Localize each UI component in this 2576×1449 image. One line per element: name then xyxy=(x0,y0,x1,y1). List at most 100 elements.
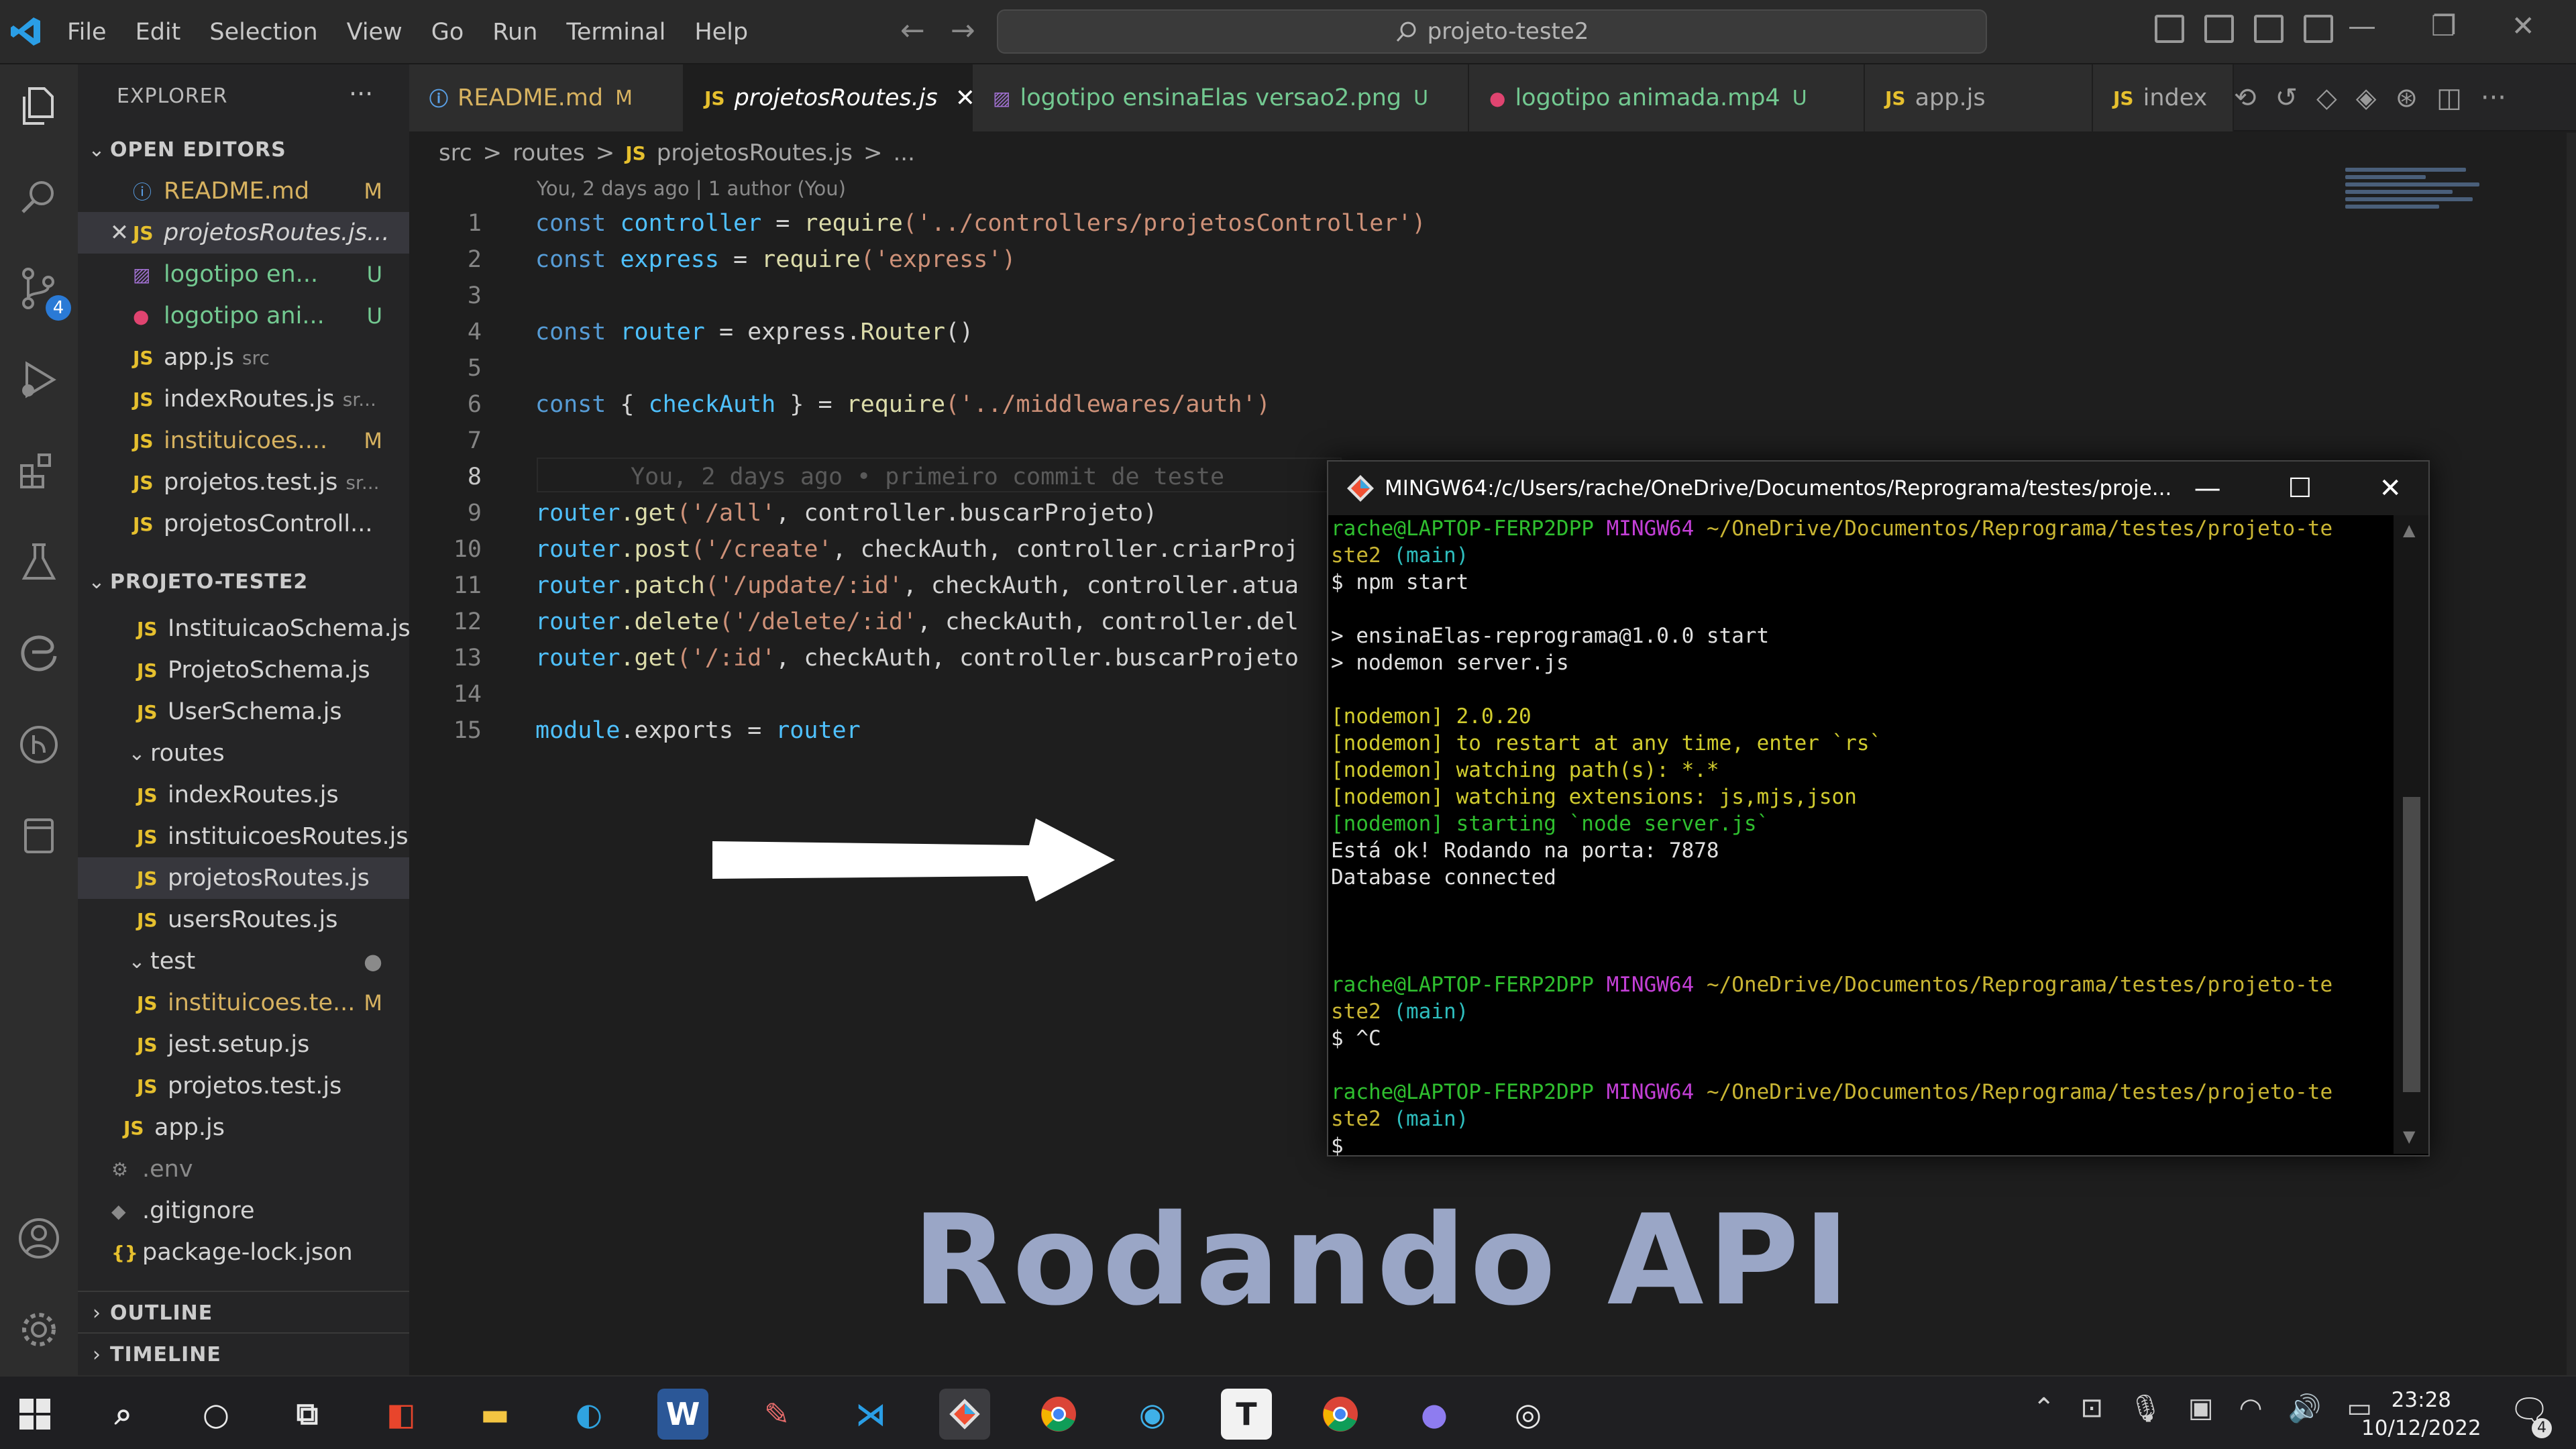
timeline-header[interactable]: › TIMELINE xyxy=(83,1334,415,1375)
more-actions-icon[interactable]: ··· xyxy=(2481,83,2506,113)
menu-edit[interactable]: Edit xyxy=(136,19,181,46)
open-editor-projetos-test[interactable]: JS projetos.test.js sr... xyxy=(78,462,409,503)
menu-selection[interactable]: Selection xyxy=(209,19,317,46)
file-instituicoesroutes[interactable]: JS instituicoesRoutes.js xyxy=(78,816,409,857)
split-editor-icon[interactable]: ◫ xyxy=(2436,83,2462,113)
account-icon[interactable] xyxy=(15,1214,63,1263)
editor-scrollbar[interactable] xyxy=(2567,133,2576,1375)
open-editor-projetosroutes[interactable]: ✕ JS projetosRoutes.js... xyxy=(78,212,409,254)
project-folder-header[interactable]: ⌄ PROJETO-TESTE2 xyxy=(83,561,415,602)
source-control-icon[interactable]: 4 xyxy=(15,264,71,321)
word-icon[interactable]: W xyxy=(657,1389,708,1440)
git-graph-icon[interactable] xyxy=(15,720,63,769)
windows-start-icon[interactable] xyxy=(9,1389,60,1440)
microphone-icon[interactable]: 🎙 xyxy=(2129,1393,2163,1424)
firefox-dev-icon[interactable]: ● xyxy=(1409,1389,1460,1440)
open-editor-logotipo-png[interactable]: ▨ logotipo en... U xyxy=(78,254,409,295)
open-editors-header[interactable]: ⌄ OPEN EDITORS xyxy=(83,129,415,170)
menu-terminal[interactable]: Terminal xyxy=(566,19,665,46)
tab-projetosroutes[interactable]: JS projetosRoutes.js ✕ xyxy=(684,64,975,131)
open-editor-projetoscontroller[interactable]: JS projetosControll... xyxy=(78,503,409,545)
git-bash-taskbar-icon[interactable] xyxy=(939,1389,990,1440)
previous-change-icon[interactable]: ◇ xyxy=(2316,83,2337,113)
terminal-title-bar[interactable]: MINGW64:/c/Users/rache/OneDrive/Document… xyxy=(1328,462,2428,515)
close-icon[interactable]: ✕ xyxy=(106,219,133,246)
file-projetosroutes[interactable]: JS projetosRoutes.js xyxy=(78,857,409,899)
breadcrumb-src[interactable]: src xyxy=(439,140,472,166)
open-editor-app-js[interactable]: JS app.js src xyxy=(78,337,409,378)
scrollbar-thumb[interactable] xyxy=(2403,797,2420,1092)
screen-recorder-icon[interactable]: ◎ xyxy=(1503,1389,1554,1440)
cortana-icon[interactable]: ○ xyxy=(191,1389,241,1440)
toggle-panel-icon[interactable] xyxy=(2204,15,2234,43)
close-icon[interactable]: ✕ xyxy=(2512,9,2535,42)
breadcrumb-symbols[interactable]: ... xyxy=(894,140,915,166)
explorer-icon[interactable] xyxy=(15,82,63,130)
file-app-js[interactable]: JS app.js xyxy=(78,1107,409,1148)
menu-run[interactable]: Run xyxy=(492,19,537,46)
tab-index[interactable]: JS index xyxy=(2093,64,2234,131)
terminal-scrollbar[interactable]: ▲ ▼ xyxy=(2394,515,2428,1154)
explorer-more-icon[interactable]: ··· xyxy=(349,79,373,109)
restore-icon[interactable]: ❐ xyxy=(2431,9,2457,42)
file-indexroutes[interactable]: JS indexRoutes.js xyxy=(78,774,409,816)
breadcrumb-routes[interactable]: routes xyxy=(513,140,585,166)
file-instituicaoschema[interactable]: JS InstituicaoSchema.js xyxy=(78,608,411,649)
folder-test[interactable]: ⌄ test ● xyxy=(78,941,409,982)
customize-layout-icon[interactable] xyxy=(2304,15,2333,43)
tab-app-js[interactable]: JS app.js xyxy=(1865,64,2093,131)
file-userschema[interactable]: JS UserSchema.js xyxy=(78,691,409,733)
minimap[interactable] xyxy=(2345,168,2493,235)
run-debug-icon[interactable] xyxy=(15,356,63,404)
git-lens-icon[interactable]: ⊛ xyxy=(2396,83,2418,113)
revert-icon[interactable]: ↺ xyxy=(2275,83,2298,113)
toggle-secondary-sidebar-icon[interactable] xyxy=(2254,15,2284,43)
office-icon[interactable]: ◧ xyxy=(376,1389,427,1440)
task-view-icon[interactable]: ⧉ xyxy=(282,1389,333,1440)
forward-arrow-icon[interactable]: → xyxy=(951,13,975,48)
scroll-down-icon[interactable]: ▼ xyxy=(2403,1127,2415,1146)
tab-logotipo-png[interactable]: ▨ logotipo ensinaElas versao2.png U xyxy=(973,64,1469,131)
breadcrumb-file[interactable]: projetosRoutes.js xyxy=(657,140,853,166)
wifi-icon[interactable]: ◠ xyxy=(2239,1393,2263,1424)
git-bash-window[interactable]: MINGW64:/c/Users/rache/OneDrive/Document… xyxy=(1327,460,2430,1158)
tab-logotipo-mp4[interactable]: ● logotipo animada.mp4 U xyxy=(1469,64,1865,131)
canva-icon[interactable]: ◉ xyxy=(1127,1389,1178,1440)
menu-go[interactable]: Go xyxy=(431,19,464,46)
history-icon[interactable]: ⟲ xyxy=(2234,83,2257,113)
notebook-icon[interactable] xyxy=(15,812,63,860)
clock[interactable]: 23:28 10/12/2022 xyxy=(2361,1386,2481,1442)
open-editor-logotipo-mp4[interactable]: ● logotipo ani... U xyxy=(78,295,409,337)
camera-icon[interactable]: ⊡ xyxy=(2081,1393,2104,1424)
terminal-output[interactable]: rache@LAPTOP-FERP2DPP MINGW64 ~/OneDrive… xyxy=(1331,515,2392,1158)
chrome-profile-icon[interactable] xyxy=(1315,1389,1366,1440)
open-editor-readme[interactable]: ⓘ README.md M xyxy=(78,170,409,212)
display-icon[interactable]: ▣ xyxy=(2188,1393,2214,1424)
file-env[interactable]: ⚙ .env xyxy=(78,1148,409,1190)
codelens-blame[interactable]: You, 2 days ago | 1 author (You) xyxy=(537,177,846,200)
open-editor-indexroutes[interactable]: JS indexRoutes.js sr... xyxy=(78,378,409,420)
extensions-icon[interactable] xyxy=(15,447,63,495)
chevron-up-icon[interactable]: ⌃ xyxy=(2033,1393,2055,1424)
file-projetos-test[interactable]: JS projetos.test.js xyxy=(78,1065,409,1107)
chrome-icon[interactable] xyxy=(1033,1389,1084,1440)
menu-view[interactable]: View xyxy=(347,19,402,46)
next-change-icon[interactable]: ◈ xyxy=(2356,83,2377,113)
menu-help[interactable]: Help xyxy=(694,19,748,46)
terminal-minimize-icon[interactable]: — xyxy=(2194,473,2221,504)
typora-icon[interactable]: T xyxy=(1221,1389,1272,1440)
edge-icon[interactable]: ◐ xyxy=(564,1389,614,1440)
command-center[interactable]: projeto-teste2 xyxy=(997,9,1987,54)
file-explorer-icon[interactable]: ▬ xyxy=(470,1389,521,1440)
toggle-sidebar-icon[interactable] xyxy=(2155,15,2184,43)
search-icon[interactable]: ⌕ xyxy=(98,1389,149,1440)
file-gitignore[interactable]: ◆ .gitignore xyxy=(78,1190,409,1232)
menu-file[interactable]: File xyxy=(67,19,107,46)
back-arrow-icon[interactable]: ← xyxy=(900,13,925,48)
minimize-icon[interactable]: — xyxy=(2348,9,2376,42)
terminal-maximize-icon[interactable]: ☐ xyxy=(2288,473,2312,504)
scroll-up-icon[interactable]: ▲ xyxy=(2403,521,2415,539)
file-instituicoes-test[interactable]: JS instituicoes.te... M xyxy=(78,982,409,1024)
paint-icon[interactable]: ✎ xyxy=(751,1389,802,1440)
tab-readme[interactable]: ⓘ README.md M xyxy=(409,64,684,131)
